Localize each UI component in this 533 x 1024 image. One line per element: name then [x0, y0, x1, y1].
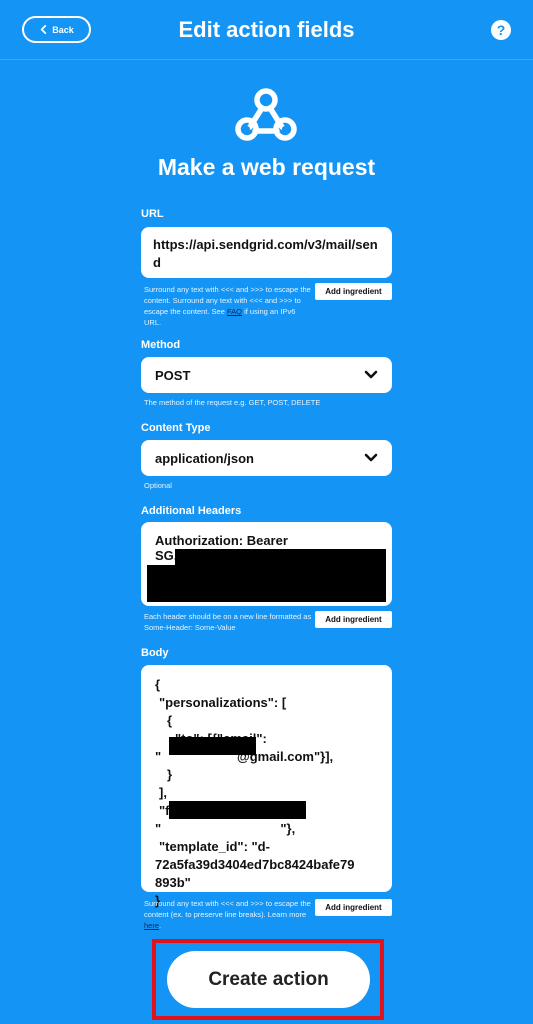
body-line: " "},: [155, 821, 296, 836]
headers-add-ingredient-button[interactable]: Add ingredient: [315, 611, 392, 628]
body-line: ],: [159, 785, 167, 800]
body-line: {: [155, 677, 161, 692]
url-value: https://api.sendgrid.com/v3/mail/send: [153, 237, 378, 270]
body-line: }: [167, 767, 173, 782]
body-add-ingredient-button[interactable]: Add ingredient: [315, 899, 392, 916]
method-select[interactable]: POST: [141, 357, 392, 393]
body-field[interactable]: { "personalizations": [ { "to": [{"email…: [141, 665, 392, 908]
faq-link[interactable]: FAQ: [227, 307, 242, 316]
redaction-bar: [169, 737, 256, 755]
content-type-label: Content Type: [141, 422, 211, 434]
redaction-bar: [169, 801, 306, 819]
webhooks-icon: [235, 88, 297, 141]
method-value: POST: [155, 367, 191, 383]
content-type-value: application/json: [155, 450, 254, 466]
url-label: URL: [141, 208, 164, 220]
content-type-helper: Optional: [144, 481, 172, 490]
body-helper-text-end: .: [159, 921, 162, 930]
headers-label: Additional Headers: [141, 505, 242, 517]
body-line: "template_id": "d-: [159, 839, 270, 854]
url-helper: Surround any text with <<< and >>> to es…: [144, 284, 314, 328]
body-line: 72a5fa39d3404ed7bc8424bafe79: [155, 857, 355, 872]
method-helper: The method of the request e.g. GET, POST…: [144, 398, 321, 407]
question-mark-icon: ?: [496, 22, 506, 38]
create-action-button[interactable]: Create action: [167, 951, 370, 1008]
body-helper: Surround any text with <<< and >>> to es…: [144, 898, 314, 931]
chevron-down-icon: [364, 370, 378, 380]
redaction-bar: [175, 549, 386, 565]
body-line: "personalizations": [: [159, 695, 287, 710]
headers-field[interactable]: Authorization: Bearer SG.: [141, 522, 392, 606]
url-field[interactable]: https://api.sendgrid.com/v3/mail/send: [141, 227, 392, 278]
body-value: { "personalizations": [ { "to": [{"email…: [155, 676, 354, 910]
content-type-select[interactable]: application/json: [141, 440, 392, 476]
headers-line: Authorization: Bearer: [155, 533, 288, 548]
redaction-bar: [147, 565, 386, 602]
body-helper-text: Surround any text with <<< and >>> to es…: [144, 899, 311, 919]
learn-more-link[interactable]: here: [144, 921, 159, 930]
page-title: Edit action fields: [178, 17, 355, 42]
method-label: Method: [141, 339, 181, 351]
chevron-down-icon: [364, 453, 378, 463]
body-line: {: [167, 713, 173, 728]
action-title: Make a web request: [157, 154, 376, 180]
body-line: 893b": [155, 875, 191, 890]
headers-helper: Each header should be on a new line form…: [144, 612, 312, 632]
top-bar: Back Edit action fields ?: [0, 0, 533, 60]
body-label: Body: [141, 647, 169, 659]
help-button[interactable]: ?: [491, 20, 511, 40]
url-add-ingredient-button[interactable]: Add ingredient: [315, 283, 392, 300]
